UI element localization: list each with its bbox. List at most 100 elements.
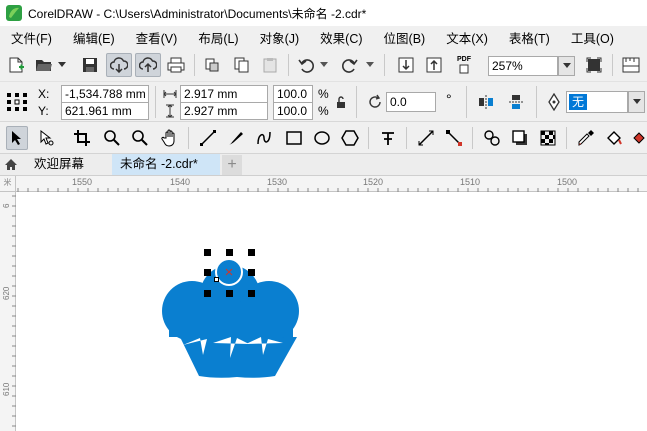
chevron-down-icon[interactable] bbox=[56, 58, 68, 72]
zoom-tool-icon[interactable] bbox=[100, 126, 124, 150]
outline-pen-icon[interactable] bbox=[544, 92, 564, 112]
new-document-icon[interactable] bbox=[6, 55, 26, 75]
ellipse-tool-icon[interactable] bbox=[310, 126, 334, 150]
text-tool-icon[interactable] bbox=[376, 126, 400, 150]
redo-dropdown-icon[interactable] bbox=[364, 58, 376, 72]
blend-tool-icon[interactable] bbox=[480, 126, 504, 150]
smart-fill-tool-icon[interactable] bbox=[630, 126, 647, 150]
tab-document[interactable]: 未命名 -2.cdr* bbox=[112, 154, 220, 175]
save-icon[interactable] bbox=[80, 55, 100, 75]
tab-welcome-screen[interactable]: 欢迎屏幕 bbox=[26, 154, 92, 175]
selection-handle-top-right[interactable] bbox=[248, 249, 255, 256]
object-origin-marker bbox=[214, 277, 219, 282]
crop-tool-icon[interactable] bbox=[70, 126, 94, 150]
interactive-fill-tool-icon[interactable] bbox=[602, 126, 626, 150]
ruler-tick-label: 1520 bbox=[363, 177, 384, 187]
import-icon[interactable] bbox=[396, 55, 416, 75]
zoom-out-tool-icon[interactable] bbox=[128, 126, 152, 150]
mirror-vertical-icon[interactable] bbox=[506, 92, 526, 112]
menu-layout[interactable]: 布局(L) bbox=[187, 28, 248, 47]
selection-handle-top[interactable] bbox=[226, 249, 233, 256]
redo-icon[interactable] bbox=[340, 55, 360, 75]
undo-icon[interactable] bbox=[296, 55, 316, 75]
connector-tool-icon[interactable] bbox=[442, 126, 466, 150]
scale-x-input[interactable]: 100.0 bbox=[273, 85, 313, 103]
open-folder-icon[interactable] bbox=[34, 55, 54, 75]
copy-icon[interactable] bbox=[232, 55, 252, 75]
cupcake-drawing[interactable] bbox=[17, 193, 647, 431]
menu-tools[interactable]: 工具(O) bbox=[560, 28, 624, 47]
transparency-tool-icon[interactable] bbox=[536, 126, 560, 150]
title-bar: CorelDRAW - C:\Users\Administrator\Docum… bbox=[0, 0, 647, 26]
eyedropper-tool-icon[interactable] bbox=[574, 126, 598, 150]
drop-shadow-tool-icon[interactable] bbox=[508, 126, 532, 150]
bezier-tool-icon[interactable] bbox=[252, 126, 276, 150]
outline-width-dropdown-icon[interactable] bbox=[628, 91, 645, 113]
horizontal-ruler[interactable]: 1550 1540 1530 1520 1510 1500 bbox=[0, 176, 647, 192]
export-icon[interactable] bbox=[424, 55, 444, 75]
print-icon[interactable] bbox=[166, 55, 186, 75]
menu-object[interactable]: 对象(J) bbox=[249, 28, 310, 47]
selection-handle-right[interactable] bbox=[248, 269, 255, 276]
pdf-label: PDF bbox=[457, 56, 471, 63]
artistic-media-tool-icon[interactable] bbox=[224, 126, 248, 150]
ruler-tick-label: 610 bbox=[2, 382, 11, 396]
full-screen-preview-icon[interactable] bbox=[584, 55, 604, 75]
menu-edit[interactable]: 编辑(E) bbox=[62, 28, 125, 47]
selection-handle-bottom-right[interactable] bbox=[248, 290, 255, 297]
zoom-dropdown-icon[interactable] bbox=[558, 56, 575, 76]
selection-handle-left[interactable] bbox=[204, 269, 211, 276]
pan-tool-icon[interactable] bbox=[158, 126, 182, 150]
vertical-ruler[interactable]: 6 620 610 bbox=[0, 192, 16, 431]
y-position-input[interactable]: 621.961 mm bbox=[61, 102, 149, 120]
zoom-level-input[interactable]: 257% bbox=[488, 56, 558, 76]
lock-ratio-icon[interactable] bbox=[334, 94, 348, 110]
shape-tool-icon[interactable] bbox=[34, 126, 58, 150]
menu-view[interactable]: 查看(V) bbox=[125, 28, 188, 47]
width-input[interactable]: 2.917 mm bbox=[180, 85, 268, 103]
show-rulers-icon[interactable] bbox=[620, 55, 642, 75]
horizontal-ruler-ticks bbox=[17, 188, 639, 192]
dimension-tool-icon[interactable] bbox=[414, 126, 438, 150]
publish-pdf-icon[interactable]: PDF bbox=[452, 53, 476, 77]
menu-bitmaps[interactable]: 位图(B) bbox=[373, 28, 436, 47]
height-icon bbox=[162, 103, 178, 119]
cut-icon[interactable] bbox=[202, 55, 222, 75]
freehand-tool-icon[interactable] bbox=[196, 126, 220, 150]
menu-table[interactable]: 表格(T) bbox=[498, 28, 560, 47]
height-input[interactable]: 2.927 mm bbox=[180, 102, 268, 120]
add-tab-button[interactable]: + bbox=[222, 155, 242, 175]
ruler-tick-label: 1530 bbox=[267, 177, 288, 187]
selection-handle-bottom[interactable] bbox=[226, 290, 233, 297]
cloud-download-icon[interactable] bbox=[106, 53, 132, 77]
menu-text[interactable]: 文本(X) bbox=[435, 28, 498, 47]
ruler-tick-label: 1550 bbox=[72, 177, 93, 187]
menu-file[interactable]: 文件(F) bbox=[0, 28, 62, 47]
selection-handle-top-left[interactable] bbox=[204, 249, 211, 256]
percent-y-label: % bbox=[318, 104, 329, 118]
object-origin-icon[interactable] bbox=[4, 90, 30, 114]
x-label: X: bbox=[38, 87, 50, 101]
standard-toolbar: PDF 257% bbox=[0, 48, 647, 82]
mirror-horizontal-icon[interactable] bbox=[476, 92, 496, 112]
home-icon[interactable] bbox=[0, 154, 22, 175]
scale-y-input[interactable]: 100.0 bbox=[273, 102, 313, 120]
ruler-corner-unit[interactable]: 米 bbox=[0, 176, 16, 192]
undo-dropdown-icon[interactable] bbox=[318, 58, 330, 72]
ruler-tick-label: 6 bbox=[2, 203, 11, 208]
rectangle-tool-icon[interactable] bbox=[282, 126, 306, 150]
ruler-tick-label: 1540 bbox=[170, 177, 191, 187]
cloud-upload-icon[interactable] bbox=[135, 53, 161, 77]
polygon-tool-icon[interactable] bbox=[338, 126, 362, 150]
x-position-input[interactable]: -1,534.788 mm bbox=[61, 85, 149, 103]
pick-tool-icon[interactable] bbox=[6, 126, 28, 150]
width-icon bbox=[162, 86, 178, 102]
menu-effects[interactable]: 效果(C) bbox=[309, 28, 372, 47]
degree-label: ° bbox=[446, 91, 452, 107]
outline-width-value: 无 bbox=[569, 94, 588, 110]
rotation-angle-input[interactable]: 0.0 bbox=[386, 92, 436, 112]
selection-handle-bottom-left[interactable] bbox=[204, 290, 211, 297]
ruler-tick-label: 1510 bbox=[460, 177, 481, 187]
drawing-canvas[interactable] bbox=[17, 193, 647, 431]
outline-width-select[interactable]: 无 bbox=[566, 91, 628, 113]
